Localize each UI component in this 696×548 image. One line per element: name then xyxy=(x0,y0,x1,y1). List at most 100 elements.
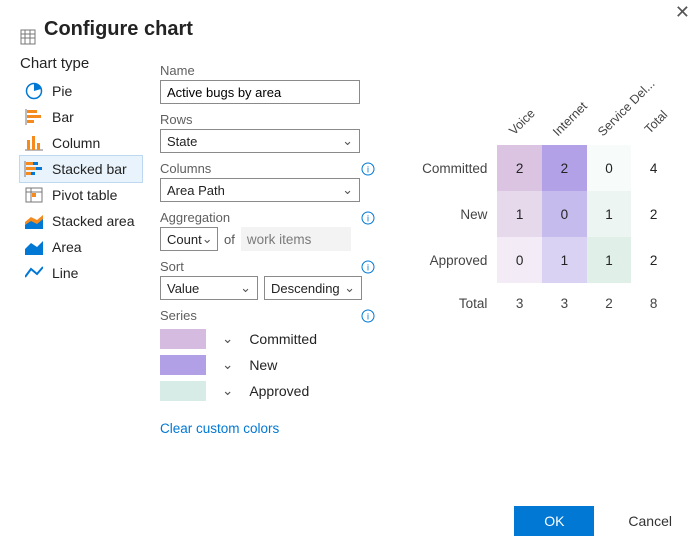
line-icon xyxy=(24,265,44,281)
color-swatch[interactable] xyxy=(160,355,206,375)
cell: 1 xyxy=(542,237,587,283)
cell: 2 xyxy=(587,283,632,323)
chart-type-bar[interactable]: Bar xyxy=(20,104,142,130)
chart-type-label: Stacked bar xyxy=(52,161,127,177)
col-header: Voice xyxy=(505,105,539,139)
sort-field-value: Value xyxy=(167,281,199,296)
aggregation-label: Aggregation xyxy=(160,210,230,225)
series-item-new[interactable]: ⌄ New xyxy=(160,355,375,375)
cell: 2 xyxy=(631,237,676,283)
cell: 8 xyxy=(631,283,676,323)
series-item-committed[interactable]: ⌄ Committed xyxy=(160,329,375,349)
color-swatch[interactable] xyxy=(160,381,206,401)
chart-config-form: Name Rows State ⌄ Columns i Area Path ⌄ … xyxy=(160,55,375,436)
aggregation-select[interactable]: Count ⌄ xyxy=(160,227,218,251)
info-icon[interactable]: i xyxy=(361,162,375,176)
cell: 1 xyxy=(587,237,632,283)
chevron-down-icon: ⌄ xyxy=(344,280,355,296)
series-label-text: Committed xyxy=(249,331,317,347)
row-header: Total xyxy=(413,283,497,323)
stacked-bar-icon xyxy=(24,161,44,177)
chevron-down-icon: ⌄ xyxy=(202,231,213,247)
cell: 1 xyxy=(587,191,632,237)
name-label: Name xyxy=(160,63,195,78)
series-label-text: New xyxy=(249,357,277,373)
sort-field-select[interactable]: Value ⌄ xyxy=(160,276,258,300)
cell: 2 xyxy=(542,145,587,191)
sort-direction-value: Descending xyxy=(271,281,340,296)
color-swatch[interactable] xyxy=(160,329,206,349)
dialog-title: Configure chart xyxy=(44,18,193,41)
rows-value: State xyxy=(167,134,197,149)
clear-custom-colors-link[interactable]: Clear custom colors xyxy=(160,421,279,436)
chart-type-line[interactable]: Line xyxy=(20,260,142,286)
chart-type-heading: Chart type xyxy=(20,55,142,72)
chart-type-label: Pie xyxy=(52,83,72,99)
svg-text:i: i xyxy=(367,311,369,321)
chart-type-label: Area xyxy=(52,239,82,255)
series-label: Series xyxy=(160,308,197,323)
ok-button[interactable]: OK xyxy=(514,506,594,536)
cell: 1 xyxy=(497,191,542,237)
chart-type-area[interactable]: Area xyxy=(20,234,142,260)
sort-direction-select[interactable]: Descending ⌄ xyxy=(264,276,362,300)
chevron-down-icon[interactable]: ⌄ xyxy=(222,383,233,399)
sort-label: Sort xyxy=(160,259,184,274)
row-header: New xyxy=(413,191,497,237)
chart-type-label: Bar xyxy=(52,109,74,125)
dialog-footer: OK Cancel xyxy=(514,506,676,536)
chart-name-input[interactable] xyxy=(160,80,360,104)
rows-select[interactable]: State ⌄ xyxy=(160,129,360,153)
row-header: Committed xyxy=(413,145,497,191)
columns-select[interactable]: Area Path ⌄ xyxy=(160,178,360,202)
chevron-down-icon[interactable]: ⌄ xyxy=(222,357,233,373)
chevron-down-icon[interactable]: ⌄ xyxy=(222,331,233,347)
chart-type-list: Chart type Pie Bar Column Stacked bar Pi… xyxy=(20,55,142,436)
chart-grid-icon xyxy=(20,29,36,45)
col-header: Total xyxy=(639,105,673,139)
stacked-area-icon xyxy=(24,213,44,229)
chart-type-column[interactable]: Column xyxy=(20,130,142,156)
area-icon xyxy=(24,239,44,255)
preview-table: Voice Internet Service Del... Total Comm… xyxy=(413,85,676,323)
cell: 0 xyxy=(542,191,587,237)
cell: 0 xyxy=(587,145,632,191)
cell: 2 xyxy=(497,145,542,191)
table-row: Committed 2 2 0 4 xyxy=(413,145,676,191)
columns-label: Columns xyxy=(160,161,211,176)
cell: 3 xyxy=(542,283,587,323)
chart-type-stacked-area[interactable]: Stacked area xyxy=(20,208,142,234)
columns-value: Area Path xyxy=(167,183,225,198)
pie-icon xyxy=(24,83,44,99)
chevron-down-icon: ⌄ xyxy=(240,280,251,296)
chevron-down-icon: ⌄ xyxy=(342,133,353,149)
chevron-down-icon: ⌄ xyxy=(342,182,353,198)
chart-type-pie[interactable]: Pie xyxy=(20,78,142,104)
series-item-approved[interactable]: ⌄ Approved xyxy=(160,381,375,401)
cell: 2 xyxy=(631,191,676,237)
row-header: Approved xyxy=(413,237,497,283)
cell: 0 xyxy=(497,237,542,283)
of-label: of xyxy=(224,232,235,247)
chart-type-stacked-bar[interactable]: Stacked bar xyxy=(20,156,142,182)
table-row: Approved 0 1 1 2 xyxy=(413,237,676,283)
aggregation-value: Count xyxy=(167,232,202,247)
info-icon[interactable]: i xyxy=(361,211,375,225)
rows-label: Rows xyxy=(160,112,193,127)
info-icon[interactable]: i xyxy=(361,260,375,274)
col-header: Internet xyxy=(550,105,584,139)
chart-type-label: Line xyxy=(52,265,78,281)
info-icon[interactable]: i xyxy=(361,309,375,323)
chart-type-label: Stacked area xyxy=(52,213,135,229)
svg-text:i: i xyxy=(367,262,369,272)
chart-type-label: Pivot table xyxy=(52,187,117,203)
svg-text:i: i xyxy=(367,213,369,223)
aggregation-target: work items xyxy=(241,227,351,251)
pivot-table-icon xyxy=(24,187,44,203)
table-row: New 1 0 1 2 xyxy=(413,191,676,237)
close-icon[interactable]: ✕ xyxy=(675,2,690,23)
chart-type-pivot-table[interactable]: Pivot table xyxy=(20,182,142,208)
cancel-button[interactable]: Cancel xyxy=(624,507,676,535)
cell: 3 xyxy=(497,283,542,323)
cell: 4 xyxy=(631,145,676,191)
